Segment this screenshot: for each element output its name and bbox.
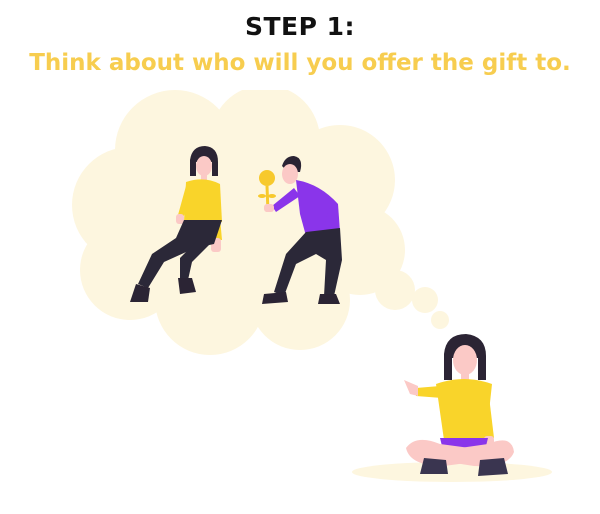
ground-shadow	[352, 462, 552, 482]
girl-crosslegged-icon	[404, 334, 514, 476]
step-title: STEP 1:	[244, 12, 356, 41]
thought-cloud-icon	[72, 90, 449, 355]
thinking-illustration	[72, 90, 552, 482]
step-instruction: Think about who will you offer the gift …	[29, 50, 571, 76]
